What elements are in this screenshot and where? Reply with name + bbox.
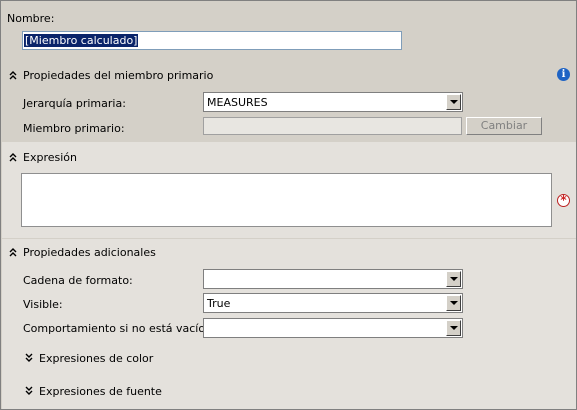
format-string-select[interactable]: [203, 269, 463, 289]
visible-value: True: [207, 297, 231, 310]
parent-member-field: [203, 117, 462, 135]
parent-hierarchy-select[interactable]: MEASURES: [203, 92, 463, 112]
double-chevron-down-icon[interactable]: [24, 386, 34, 396]
double-chevron-up-icon[interactable]: [8, 152, 18, 162]
color-expressions-toggle[interactable]: Expresiones de color: [39, 352, 153, 365]
non-empty-behavior-select[interactable]: [203, 318, 463, 338]
chevron-down-icon[interactable]: [446, 320, 461, 336]
chevron-down-icon[interactable]: [446, 295, 461, 311]
expression-input[interactable]: [21, 173, 552, 227]
visible-select[interactable]: True: [203, 293, 463, 313]
chevron-down-icon[interactable]: [446, 271, 461, 287]
parent-section-title: Propiedades del miembro primario: [23, 69, 214, 82]
additional-section-title: Propiedades adicionales: [23, 246, 156, 259]
expression-section-title: Expresión: [23, 151, 77, 164]
name-input[interactable]: [Miembro calculado]: [22, 31, 402, 50]
name-label: Nombre:: [7, 12, 55, 25]
chevron-down-icon[interactable]: [446, 94, 461, 110]
parent-member-label: Miembro primario:: [23, 122, 125, 135]
double-chevron-up-icon[interactable]: [8, 70, 18, 80]
change-button[interactable]: Cambiar: [466, 117, 542, 135]
info-icon[interactable]: i: [557, 68, 570, 81]
parent-hierarchy-value: MEASURES: [207, 96, 268, 109]
calculated-member-form: Nombre: [Miembro calculado] Propiedades …: [0, 0, 577, 410]
double-chevron-up-icon[interactable]: [8, 247, 18, 257]
format-string-label: Cadena de formato:: [23, 274, 133, 287]
name-input-selected-text: [Miembro calculado]: [24, 34, 139, 47]
non-empty-behavior-label: Comportamiento si no está vacío:: [23, 322, 209, 335]
required-icon: *: [557, 194, 570, 207]
font-expressions-toggle[interactable]: Expresiones de fuente: [39, 385, 162, 398]
double-chevron-down-icon[interactable]: [24, 353, 34, 363]
parent-hierarchy-label: Jerarquía primaria:: [23, 97, 126, 110]
visible-label: Visible:: [23, 298, 63, 311]
